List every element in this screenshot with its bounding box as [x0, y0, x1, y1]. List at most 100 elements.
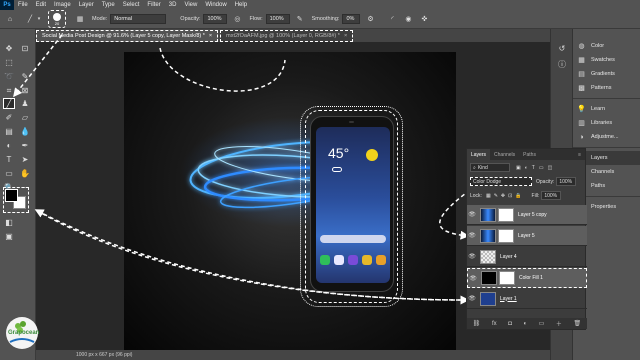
layer-row-color-fill-1[interactable]: 👁 Color Fill 1 — [467, 268, 587, 288]
layer-row-layer-1[interactable]: 👁 Layer 1 — [467, 289, 587, 309]
brush-tool-icon[interactable]: ╱ — [24, 13, 36, 25]
symmetry-icon[interactable]: ✜ — [418, 13, 430, 25]
tab-channels[interactable]: Channels — [490, 152, 519, 158]
lock-all-icon[interactable]: 🔒 — [515, 193, 521, 199]
quick-mask-icon[interactable]: ◧ — [3, 217, 15, 228]
pressure-size-icon[interactable]: ◉ — [402, 13, 414, 25]
home-icon[interactable]: ⌂ — [4, 13, 16, 25]
menu-file[interactable]: File — [14, 2, 32, 8]
angle-icon[interactable]: ◜ — [386, 13, 398, 25]
hand-tool-icon[interactable]: ✋ — [19, 168, 31, 179]
layer-mask-thumbnail[interactable] — [498, 228, 514, 243]
menu-help[interactable]: Help — [231, 2, 251, 8]
panel-adjustments[interactable]: ◑ Adjustme... — [573, 130, 640, 144]
brush-settings-icon[interactable]: ▦ — [74, 13, 86, 25]
fx-icon[interactable]: fx — [492, 321, 497, 327]
path-select-tool-icon[interactable]: ➤ — [19, 154, 31, 165]
tab-paths[interactable]: Paths — [519, 152, 540, 158]
type-tool-icon[interactable]: T — [3, 154, 15, 165]
menu-layer[interactable]: Layer — [75, 2, 98, 8]
rectangle-tool-icon[interactable]: ▭ — [3, 168, 15, 179]
brush-size-picker[interactable]: 20 — [48, 10, 66, 28]
close-icon[interactable]: × — [209, 33, 212, 39]
adjustment-layer-icon[interactable]: ◐ — [523, 321, 527, 327]
chevron-down-icon[interactable]: ▾ — [36, 13, 42, 25]
visibility-eye-icon[interactable]: 👁 — [467, 253, 477, 260]
visibility-eye-icon[interactable]: 👁 — [467, 232, 477, 239]
add-mask-icon[interactable]: ◘ — [508, 321, 512, 327]
filter-adjustment-icon[interactable]: ◐ — [525, 165, 528, 171]
panel-color[interactable]: ◍ Color — [573, 39, 640, 53]
lasso-tool-icon[interactable]: ➰ — [3, 71, 15, 82]
artboard-tool-icon[interactable]: ⊡ — [19, 43, 31, 54]
move-tool-icon[interactable]: ✥ — [3, 43, 15, 54]
layer-opacity-field[interactable]: 100% — [556, 177, 577, 186]
opacity-field[interactable]: 100% — [203, 14, 228, 24]
crop-tool-icon[interactable]: ⌗ — [3, 85, 15, 96]
menu-3d[interactable]: 3D — [165, 2, 181, 8]
filter-pixel-icon[interactable]: ▣ — [516, 165, 521, 171]
link-layers-icon[interactable]: ⛓ — [473, 320, 481, 327]
trash-icon[interactable]: 🗑 — [573, 320, 581, 327]
visibility-eye-icon[interactable]: 👁 — [467, 295, 477, 302]
flow-field[interactable]: 100% — [265, 14, 290, 24]
tab-layers[interactable]: Layers — [467, 149, 491, 160]
layer-row-layer-5[interactable]: 👁 Layer 5 — [467, 226, 587, 246]
brush-tool-icon[interactable]: ╱ — [3, 98, 15, 109]
tab-mxt2foaafm[interactable]: mxt2fOaAFM.jpg @ 100% (Layer 0, RGB/8#) … — [220, 30, 354, 42]
filter-smart-icon[interactable]: ◫ — [548, 165, 553, 171]
airbrush-icon[interactable]: ✎ — [294, 13, 306, 25]
tab-social-media-post[interactable]: Social Media Post Design @ 91.6% (Layer … — [36, 30, 219, 42]
marquee-tool-icon[interactable]: ⬚ — [3, 57, 15, 68]
fill-field[interactable]: 100% — [541, 191, 562, 200]
layer-mask-thumbnail[interactable] — [499, 271, 515, 285]
lock-move-icon[interactable]: ✥ — [501, 193, 505, 199]
panel-gradients[interactable]: ▤ Gradients — [573, 67, 640, 81]
document-canvas[interactable]: 45° — [124, 52, 456, 350]
eraser-tool-icon[interactable]: ▱ — [19, 112, 31, 123]
new-layer-icon[interactable]: ＋ — [556, 319, 562, 328]
stamp-tool-icon[interactable]: ♟ — [19, 98, 31, 109]
pressure-opacity-icon[interactable]: ◎ — [231, 13, 243, 25]
new-group-icon[interactable]: ▭ — [539, 320, 545, 327]
visibility-eye-icon[interactable]: 👁 — [468, 275, 478, 282]
lock-paint-icon[interactable]: ✎ — [494, 193, 498, 199]
menu-filter[interactable]: Filter — [143, 2, 164, 8]
filter-shape-icon[interactable]: ▭ — [539, 165, 544, 171]
panel-menu-icon[interactable]: ≡ — [574, 152, 585, 158]
menu-type[interactable]: Type — [98, 2, 119, 8]
quick-select-tool-icon[interactable]: ✎ — [19, 71, 31, 82]
menu-window[interactable]: Window — [201, 2, 230, 8]
menu-image[interactable]: Image — [50, 2, 75, 8]
filter-type-icon[interactable]: T — [532, 165, 535, 171]
close-icon[interactable]: × — [344, 33, 347, 39]
panel-swatches[interactable]: ▦ Swatches — [573, 53, 640, 67]
gradient-tool-icon[interactable]: ▤ — [3, 126, 15, 137]
panel-patterns[interactable]: ▩ Patterns — [573, 81, 640, 95]
info-icon[interactable]: ⓘ — [556, 59, 568, 70]
panel-libraries[interactable]: ▥ Libraries — [573, 116, 640, 130]
dodge-tool-icon[interactable]: ◐ — [3, 140, 15, 151]
history-icon[interactable]: ↺ — [556, 43, 568, 54]
layer-mask-thumbnail[interactable] — [498, 207, 514, 222]
lock-pixels-icon[interactable]: ▦ — [486, 193, 491, 199]
foreground-color-swatch[interactable] — [5, 189, 18, 202]
pen-tool-icon[interactable]: ✒ — [19, 140, 31, 151]
lock-artboard-icon[interactable]: ⊡ — [508, 193, 512, 199]
menu-edit[interactable]: Edit — [32, 2, 50, 8]
panel-learn[interactable]: 💡 Learn — [573, 102, 640, 116]
smoothing-settings-icon[interactable]: ⚙ — [364, 13, 376, 25]
mode-select[interactable]: Normal — [110, 14, 167, 24]
smoothing-field[interactable]: 0% — [342, 14, 361, 24]
menu-select[interactable]: Select — [119, 2, 144, 8]
frame-tool-icon[interactable]: ⊠ — [19, 85, 31, 96]
menu-view[interactable]: View — [180, 2, 201, 8]
blend-mode-select[interactable]: Color Dodge — [470, 177, 532, 186]
layer-row-layer-5-copy[interactable]: 👁 Layer 5 copy — [467, 205, 587, 225]
screen-mode-icon[interactable]: ▣ — [3, 231, 15, 242]
kind-filter-select[interactable]: ⌕ Kind — [470, 163, 510, 172]
blur-tool-icon[interactable]: 💧 — [19, 126, 31, 137]
visibility-eye-icon[interactable]: 👁 — [467, 211, 477, 218]
history-brush-icon[interactable]: ✐ — [3, 112, 15, 123]
layer-row-layer-4[interactable]: 👁 Layer 4 — [467, 247, 587, 267]
